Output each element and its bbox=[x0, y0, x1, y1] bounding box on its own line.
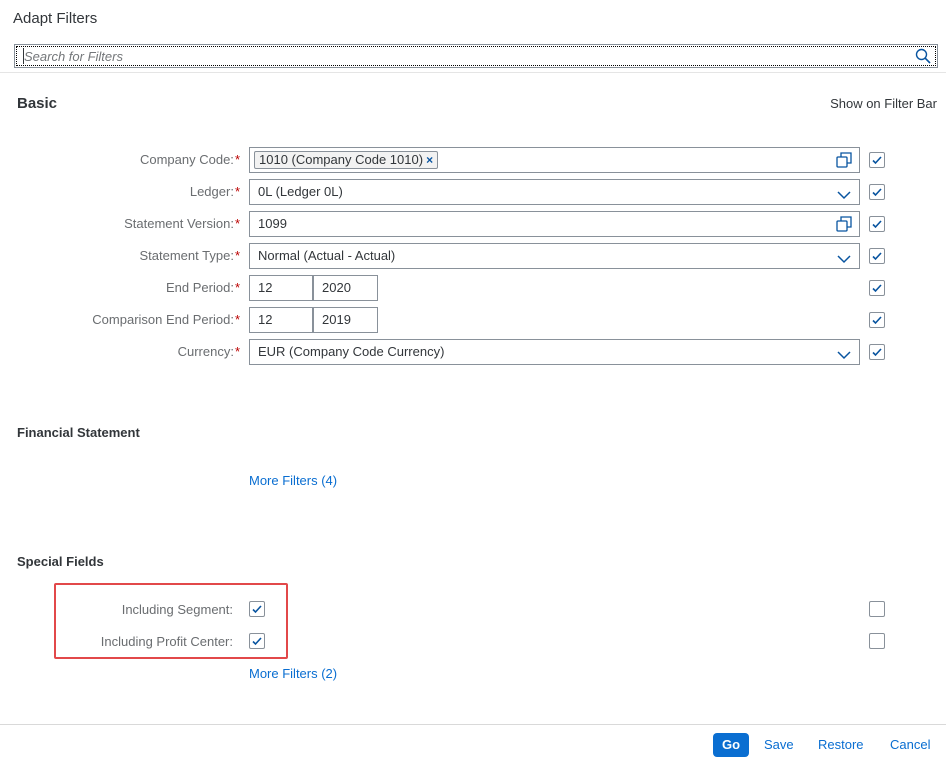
section-title-special-fields: Special Fields bbox=[17, 554, 104, 569]
end-period-period-input[interactable]: 12 bbox=[249, 275, 313, 301]
search-field[interactable] bbox=[14, 44, 938, 68]
search-icon[interactable] bbox=[915, 48, 931, 64]
statement-type-value: Normal (Actual - Actual) bbox=[258, 248, 396, 263]
show-statement-version-checkbox[interactable] bbox=[869, 216, 885, 232]
currency-select[interactable]: EUR (Company Code Currency) bbox=[249, 339, 860, 365]
including-profit-center-label: Including Profit Center: bbox=[100, 634, 233, 649]
value-help-icon[interactable] bbox=[836, 216, 852, 232]
company-code-input[interactable]: 1010 (Company Code 1010) × bbox=[249, 147, 860, 173]
show-comparison-end-period-checkbox[interactable] bbox=[869, 312, 885, 328]
statement-type-select[interactable]: Normal (Actual - Actual) bbox=[249, 243, 860, 269]
more-filters-financial-statement-link[interactable]: More Filters (4) bbox=[249, 473, 337, 488]
comparison-end-period-year-input[interactable]: 2019 bbox=[313, 307, 378, 333]
including-profit-center-checkbox[interactable] bbox=[249, 633, 265, 649]
show-statement-type-checkbox[interactable] bbox=[869, 248, 885, 264]
chevron-down-icon[interactable] bbox=[837, 186, 851, 200]
show-including-segment-checkbox[interactable] bbox=[869, 601, 885, 617]
search-input[interactable] bbox=[23, 48, 893, 64]
including-segment-label: Including Segment: bbox=[121, 602, 233, 617]
ledger-label: Ledger:* bbox=[189, 184, 240, 199]
company-code-label: Company Code:* bbox=[139, 152, 240, 167]
currency-value: EUR (Company Code Currency) bbox=[258, 344, 445, 359]
show-end-period-checkbox[interactable] bbox=[869, 280, 885, 296]
section-title-financial-statement: Financial Statement bbox=[17, 425, 140, 440]
value-help-icon[interactable] bbox=[836, 152, 852, 168]
statement-version-label: Statement Version:* bbox=[124, 216, 240, 231]
including-segment-checkbox[interactable] bbox=[249, 601, 265, 617]
end-period-year-input[interactable]: 2020 bbox=[313, 275, 378, 301]
ledger-value: 0L (Ledger 0L) bbox=[258, 184, 343, 199]
token-remove-icon[interactable]: × bbox=[426, 153, 433, 167]
save-button[interactable]: Save bbox=[764, 737, 794, 752]
chevron-down-icon[interactable] bbox=[837, 250, 851, 264]
more-filters-special-fields-link[interactable]: More Filters (2) bbox=[249, 666, 337, 681]
chevron-down-icon[interactable] bbox=[837, 346, 851, 360]
restore-button[interactable]: Restore bbox=[818, 737, 864, 752]
show-company-code-checkbox[interactable] bbox=[869, 152, 885, 168]
statement-version-value: 1099 bbox=[258, 216, 287, 231]
comparison-end-period-period-input[interactable]: 12 bbox=[249, 307, 313, 333]
header-divider bbox=[0, 72, 946, 73]
show-ledger-checkbox[interactable] bbox=[869, 184, 885, 200]
show-on-filter-bar-header: Show on Filter Bar bbox=[830, 96, 937, 111]
section-title-basic: Basic bbox=[17, 95, 58, 112]
cancel-button[interactable]: Cancel bbox=[890, 737, 930, 752]
footer-divider bbox=[0, 724, 946, 725]
show-currency-checkbox[interactable] bbox=[869, 344, 885, 360]
dialog-title: Adapt Filters bbox=[13, 10, 98, 27]
comparison-end-period-label: Comparison End Period:* bbox=[92, 312, 240, 327]
end-period-label: End Period:* bbox=[166, 280, 240, 295]
go-button[interactable]: Go bbox=[713, 733, 749, 757]
statement-type-label: Statement Type:* bbox=[139, 248, 241, 263]
ledger-select[interactable]: 0L (Ledger 0L) bbox=[249, 179, 860, 205]
show-including-profit-center-checkbox[interactable] bbox=[869, 633, 885, 649]
statement-version-input[interactable]: 1099 bbox=[249, 211, 860, 237]
currency-label: Currency:* bbox=[177, 344, 240, 359]
company-code-token: 1010 (Company Code 1010) × bbox=[254, 151, 439, 169]
